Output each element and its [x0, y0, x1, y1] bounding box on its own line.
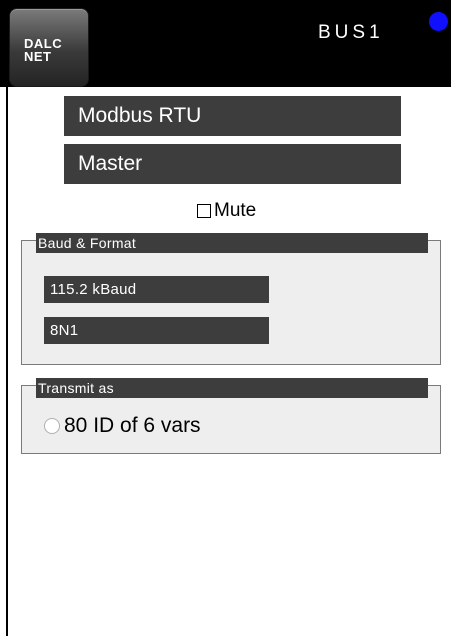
transmit-option-radio[interactable] — [44, 418, 60, 434]
dalcnet-logo: DALC NET — [24, 37, 62, 63]
baud-format-legend: Baud & Format — [36, 233, 428, 253]
dalcnet-logo-button[interactable]: DALC NET — [9, 8, 89, 87]
left-border-line — [6, 87, 8, 636]
data-format-select[interactable]: 8N1 — [44, 317, 269, 344]
mute-label: Mute — [214, 200, 257, 221]
transmit-as-legend: Transmit as — [36, 378, 428, 398]
bus-title: BUS1 — [318, 22, 384, 43]
transmit-option-label: 80 ID of 6 vars — [64, 414, 201, 437]
baud-format-group: Baud & Format 115.2 kBaud 8N1 — [21, 233, 441, 365]
header-bar: DALC NET BUS1 — [0, 0, 451, 87]
logo-line-2: NET — [24, 49, 52, 64]
mute-toggle[interactable]: Mute — [197, 199, 256, 223]
baud-rate-select[interactable]: 115.2 kBaud — [44, 276, 269, 303]
bus-settings-page: DALC NET BUS1 Modbus RTU Master Mute Bau… — [0, 0, 451, 636]
transmit-option[interactable]: 80 ID of 6 vars — [44, 414, 201, 438]
mute-checkbox[interactable] — [197, 204, 211, 218]
protocol-select[interactable]: Modbus RTU — [64, 96, 401, 136]
status-indicator-icon — [429, 12, 448, 31]
role-select[interactable]: Master — [64, 144, 401, 184]
transmit-as-group: Transmit as 80 ID of 6 vars — [21, 378, 441, 454]
